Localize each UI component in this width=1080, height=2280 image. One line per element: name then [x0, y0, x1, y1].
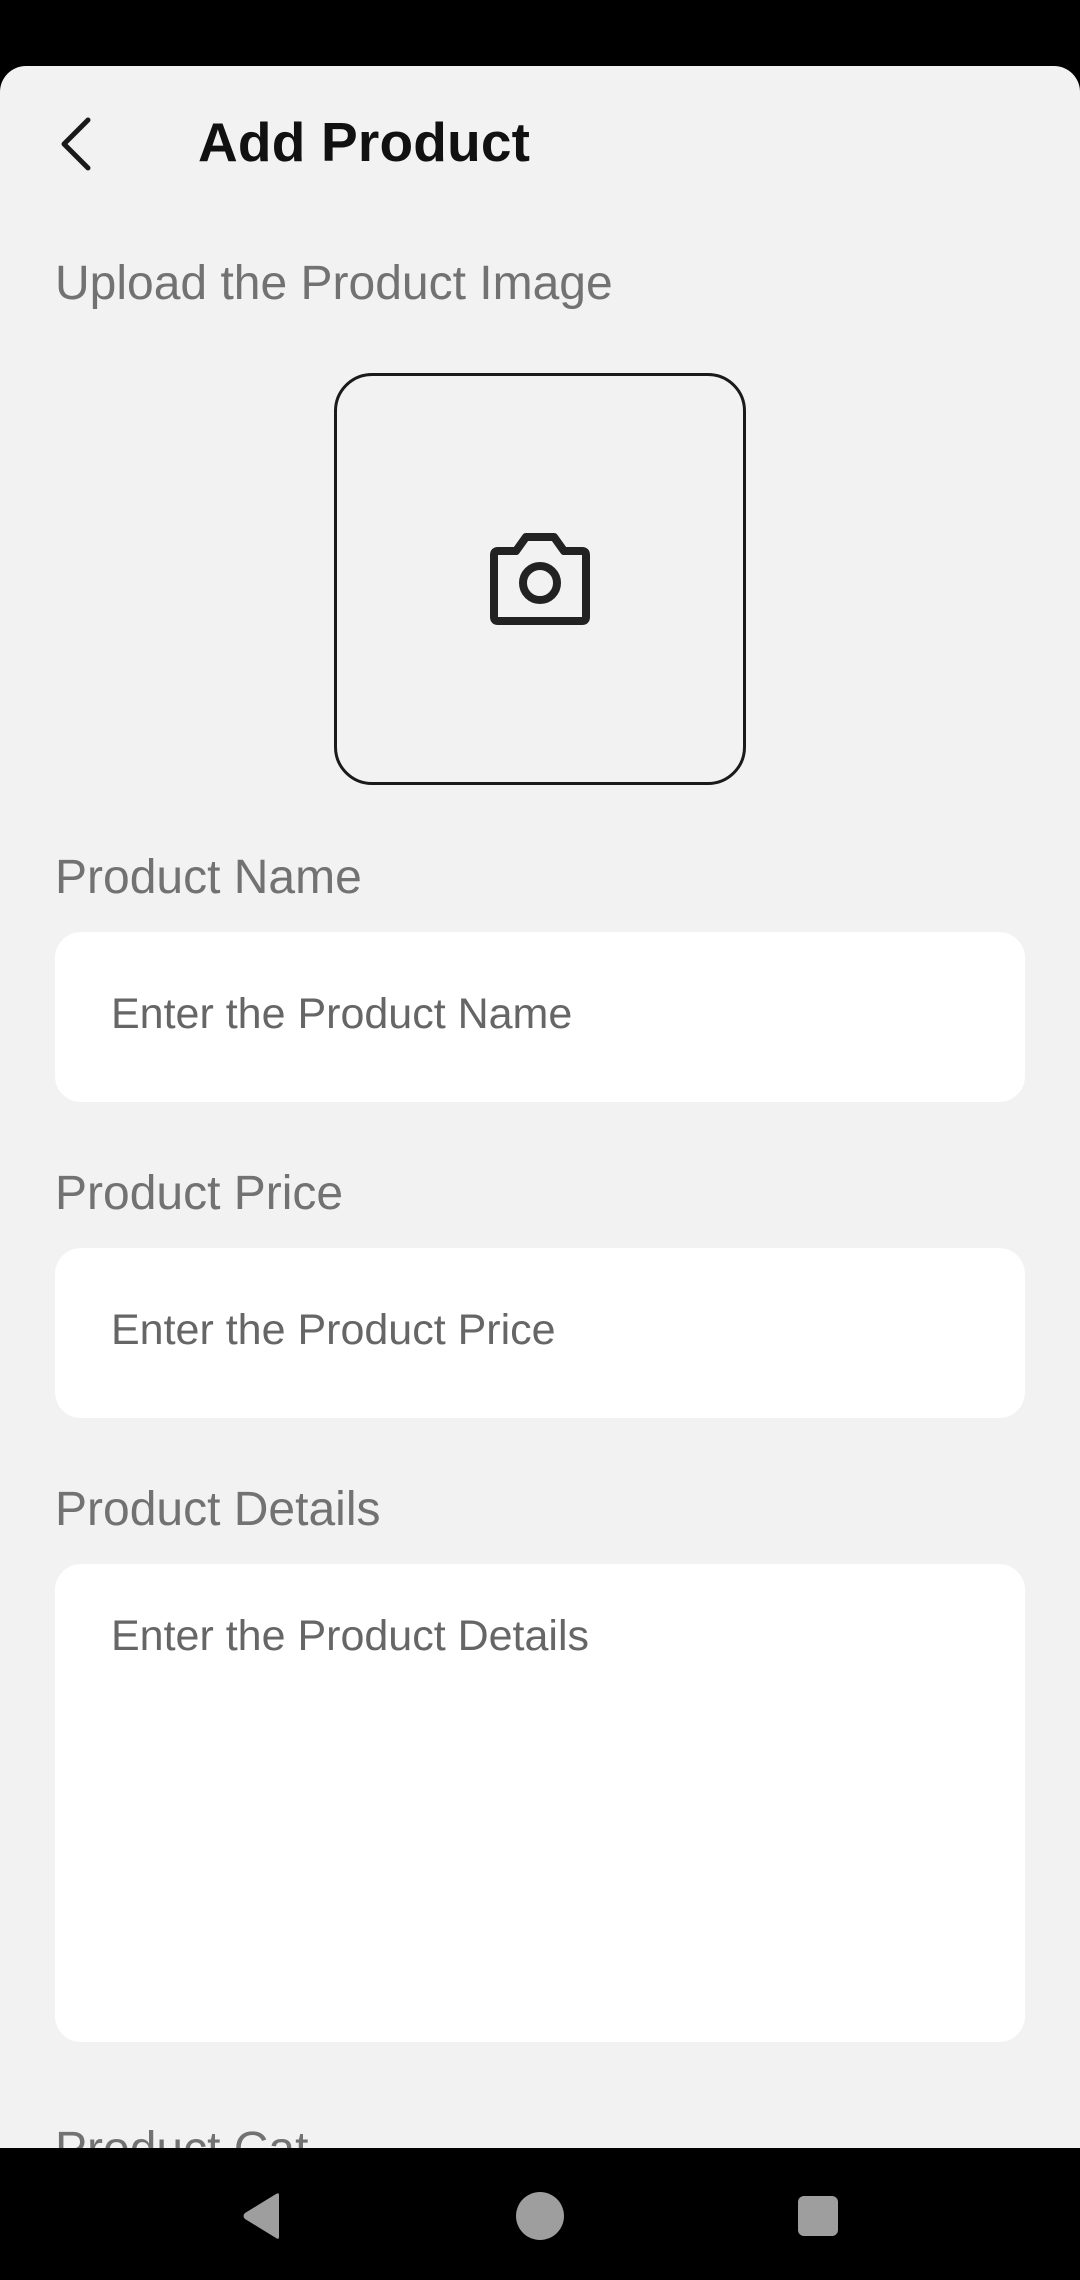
circle-home-icon	[516, 2192, 564, 2240]
system-nav-bar	[0, 2148, 1080, 2280]
product-category-label: Product Cat	[55, 2122, 308, 2148]
triangle-back-icon	[243, 2193, 279, 2239]
square-recents-icon	[798, 2196, 838, 2236]
upload-image-label: Upload the Product Image	[55, 257, 613, 310]
nav-back-button[interactable]	[230, 2184, 294, 2248]
upload-image-button[interactable]	[334, 373, 746, 785]
product-price-field[interactable]: Enter the Product Price	[55, 1248, 1025, 1418]
app-screen: Add Product Upload the Product Image Pro…	[0, 66, 1080, 2148]
product-price-placeholder: Enter the Product Price	[111, 1306, 556, 1354]
chevron-left-icon	[61, 117, 91, 171]
product-name-label: Product Name	[55, 851, 362, 904]
page-title: Add Product	[198, 111, 531, 173]
product-details-label: Product Details	[55, 1483, 381, 1536]
app-bar: Add Product	[0, 66, 1080, 216]
nav-recents-button[interactable]	[786, 2184, 850, 2248]
product-details-field[interactable]: Enter the Product Details	[55, 1564, 1025, 2042]
product-name-field[interactable]: Enter the Product Name	[55, 932, 1025, 1102]
camera-icon	[490, 533, 590, 625]
product-name-placeholder: Enter the Product Name	[111, 990, 573, 1038]
product-details-placeholder: Enter the Product Details	[111, 1612, 590, 1660]
status-bar	[0, 0, 1080, 66]
device-frame: Add Product Upload the Product Image Pro…	[0, 0, 1080, 2280]
back-button[interactable]	[40, 108, 112, 180]
nav-home-button[interactable]	[508, 2184, 572, 2248]
product-price-label: Product Price	[55, 1167, 344, 1220]
